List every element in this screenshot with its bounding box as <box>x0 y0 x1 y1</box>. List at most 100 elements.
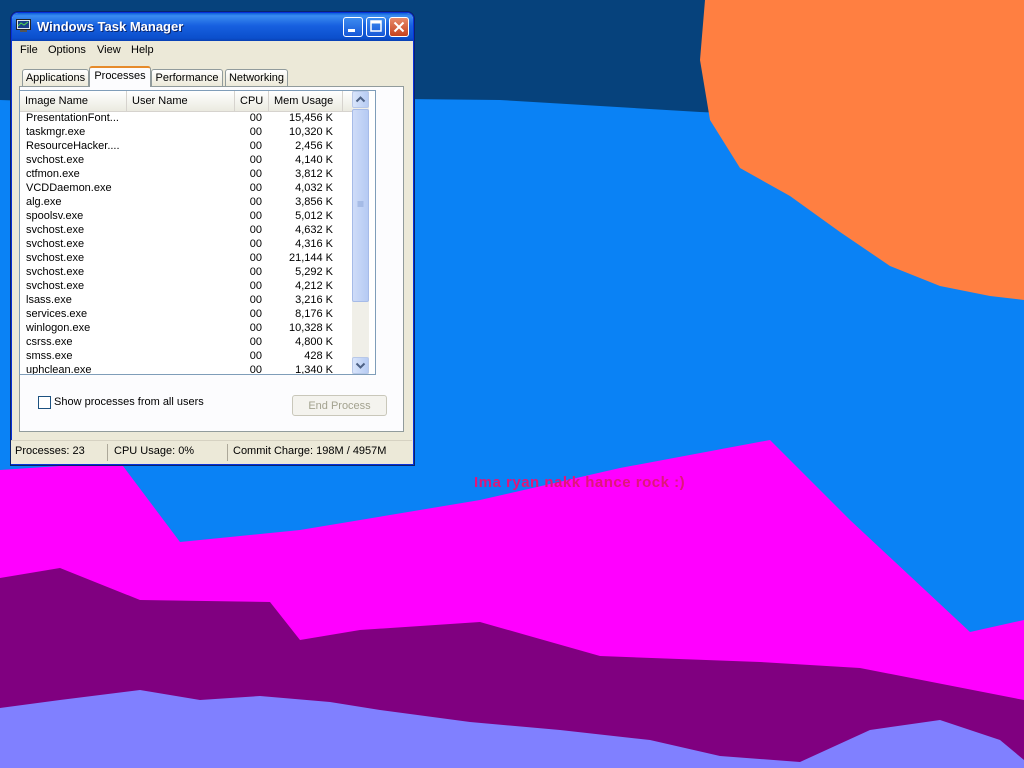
process-mem-usage: 1,340 K <box>295 364 333 375</box>
list-header: Image Name User Name CPU Mem Usage <box>20 91 352 112</box>
process-cpu: 00 <box>249 322 262 334</box>
process-cpu: 00 <box>249 350 262 362</box>
process-image-name: svchost.exe <box>26 252 85 264</box>
wallpaper-text: Ima ryan nakk hance rock :) <box>474 474 686 491</box>
process-mem-usage: 10,328 K <box>288 322 333 334</box>
process-mem-usage: 15,456 K <box>288 112 333 124</box>
column-mem-usage[interactable]: Mem Usage <box>269 91 343 111</box>
column-image-name[interactable]: Image Name <box>20 91 127 111</box>
status-cpu-usage: CPU Usage: 0% <box>114 445 195 457</box>
scroll-thumb[interactable] <box>352 109 369 302</box>
title-bar[interactable]: Windows Task Manager <box>12 13 413 41</box>
process-image-name: spoolsv.exe <box>26 210 84 222</box>
process-cpu: 00 <box>249 266 262 278</box>
process-image-name: lsass.exe <box>26 294 72 306</box>
process-mem-usage: 8,176 K <box>295 308 333 320</box>
process-row[interactable]: spoolsv.exe 00 5,012 K <box>20 209 352 223</box>
process-row[interactable]: VCDDaemon.exe 00 4,032 K <box>20 181 352 195</box>
process-mem-usage: 5,012 K <box>295 210 333 222</box>
close-button[interactable] <box>389 17 409 37</box>
process-image-name: svchost.exe <box>26 154 85 166</box>
process-cpu: 00 <box>249 168 262 180</box>
process-image-name: uphclean.exe <box>26 364 92 375</box>
tab-performance[interactable]: Performance <box>151 69 223 86</box>
process-rows: PresentationFont... 00 15,456 Ktaskmgr.exe… <box>20 111 352 375</box>
process-cpu: 00 <box>249 154 262 166</box>
vertical-scrollbar[interactable] <box>352 91 369 374</box>
process-row[interactable]: svchost.exe 00 4,632 K <box>20 223 352 237</box>
minimize-icon <box>348 29 355 32</box>
process-cpu: 00 <box>249 252 262 264</box>
process-image-name: svchost.exe <box>26 280 85 292</box>
tab-networking[interactable]: Networking <box>225 69 288 86</box>
process-cpu: 00 <box>249 364 262 375</box>
menu-help[interactable]: Help <box>131 44 154 56</box>
process-image-name: alg.exe <box>26 196 62 208</box>
process-list[interactable]: Image Name User Name CPU Mem Usage Prese… <box>19 90 376 375</box>
status-commit-charge: Commit Charge: 198M / 4957M <box>233 445 387 457</box>
process-image-name: smss.exe <box>26 350 73 362</box>
process-row[interactable]: svchost.exe 00 4,212 K <box>20 279 352 293</box>
process-cpu: 00 <box>249 112 262 124</box>
process-row[interactable]: taskmgr.exe 00 10,320 K <box>20 125 352 139</box>
tab-processes[interactable]: Processes <box>89 66 151 87</box>
maximize-icon <box>370 20 382 32</box>
process-row[interactable]: services.exe 00 8,176 K <box>20 307 352 321</box>
process-mem-usage: 4,800 K <box>295 336 333 348</box>
process-mem-usage: 5,292 K <box>295 266 333 278</box>
show-all-users-checkbox[interactable] <box>38 396 51 409</box>
process-row[interactable]: smss.exe 00 428 K <box>20 349 352 363</box>
arrow-down-icon <box>355 362 366 369</box>
menu-view[interactable]: View <box>97 44 121 56</box>
process-row[interactable]: ResourceHacker.... 00 2,456 K <box>20 139 352 153</box>
process-mem-usage: 3,856 K <box>295 196 333 208</box>
process-image-name: ResourceHacker.... <box>26 140 120 152</box>
process-row[interactable]: svchost.exe 00 5,292 K <box>20 265 352 279</box>
scroll-down-button[interactable] <box>352 357 369 374</box>
status-bar: Processes: 23 CPU Usage: 0% Commit Charg… <box>11 440 412 464</box>
process-row[interactable]: winlogon.exe 00 10,328 K <box>20 321 352 335</box>
process-cpu: 00 <box>249 308 262 320</box>
process-cpu: 00 <box>249 126 262 138</box>
column-user-name[interactable]: User Name <box>127 91 235 111</box>
menu-options[interactable]: Options <box>48 44 86 56</box>
process-row[interactable]: PresentationFont... 00 15,456 K <box>20 111 352 125</box>
task-manager-icon <box>16 19 31 32</box>
column-cpu[interactable]: CPU <box>235 91 269 111</box>
process-mem-usage: 428 K <box>304 350 333 362</box>
process-image-name: services.exe <box>26 308 88 320</box>
process-cpu: 00 <box>249 140 262 152</box>
process-cpu: 00 <box>249 336 262 348</box>
grip-icon <box>357 201 364 207</box>
process-row[interactable]: uphclean.exe 00 1,340 K <box>20 363 352 375</box>
menu-bar: File Options View Help <box>12 41 413 61</box>
process-image-name: winlogon.exe <box>26 322 91 334</box>
process-row[interactable]: alg.exe 00 3,856 K <box>20 195 352 209</box>
scroll-up-button[interactable] <box>352 91 369 108</box>
minimize-button[interactable] <box>343 17 363 37</box>
process-mem-usage: 2,456 K <box>295 140 333 152</box>
process-image-name: svchost.exe <box>26 266 85 278</box>
process-row[interactable]: svchost.exe 00 21,144 K <box>20 251 352 265</box>
process-row[interactable]: csrss.exe 00 4,800 K <box>20 335 352 349</box>
process-cpu: 00 <box>249 224 262 236</box>
process-image-name: csrss.exe <box>26 336 73 348</box>
process-mem-usage: 4,632 K <box>295 224 333 236</box>
process-cpu: 00 <box>249 196 262 208</box>
process-cpu: 00 <box>249 294 262 306</box>
end-process-button[interactable]: End Process <box>292 395 387 416</box>
process-image-name: svchost.exe <box>26 224 85 236</box>
tab-applications[interactable]: Applications <box>22 69 89 86</box>
close-icon <box>393 21 405 33</box>
process-row[interactable]: svchost.exe 00 4,316 K <box>20 237 352 251</box>
process-row[interactable]: ctfmon.exe 00 3,812 K <box>20 167 352 181</box>
process-row[interactable]: lsass.exe 00 3,216 K <box>20 293 352 307</box>
process-mem-usage: 4,032 K <box>295 182 333 194</box>
menu-file[interactable]: File <box>20 44 38 56</box>
process-mem-usage: 4,316 K <box>295 238 333 250</box>
process-image-name: svchost.exe <box>26 238 85 250</box>
process-cpu: 00 <box>249 238 262 250</box>
maximize-button[interactable] <box>366 17 386 37</box>
process-row[interactable]: svchost.exe 00 4,140 K <box>20 153 352 167</box>
process-mem-usage: 4,212 K <box>295 280 333 292</box>
